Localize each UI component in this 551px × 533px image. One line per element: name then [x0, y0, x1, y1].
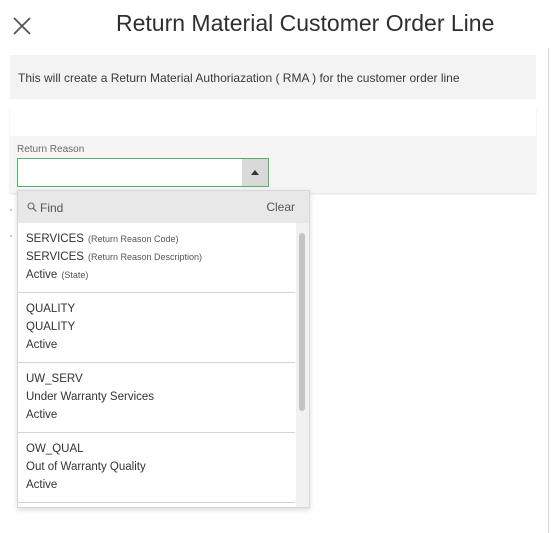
option-state: Active [26, 409, 58, 421]
option-quality[interactable]: QUALITY QUALITY Active [18, 293, 295, 363]
option-description: QUALITY [26, 321, 76, 333]
option-description: Under Warranty Services [26, 391, 155, 403]
dialog-title: Return Material Customer Order Line [116, 10, 495, 36]
faint-marker [10, 209, 12, 211]
option-state-hint: (State) [61, 270, 89, 280]
info-text: This will create a Return Material Autho… [18, 71, 460, 85]
option-code: SERVICES [26, 233, 84, 245]
option-state: Active [26, 479, 58, 491]
card-header [10, 108, 536, 136]
option-state: Active [26, 269, 58, 281]
panel-edge [548, 48, 549, 533]
close-icon[interactable] [12, 16, 32, 36]
search-icon [27, 202, 37, 212]
return-reason-dropdown: Clear SERVICES(Return Reason Code) SERVI… [17, 190, 310, 508]
triangle-up-icon [251, 170, 259, 175]
info-banner: This will create a Return Material Autho… [10, 55, 536, 99]
options-list: SERVICES (Return Reason Code) SERVICES (Re… [18, 223, 295, 503]
clear-button[interactable]: Clear [266, 200, 295, 214]
option-description: Out of Warranty Quality [26, 461, 146, 473]
option-code-hint: (Return Reason Code) [87, 234, 179, 244]
option-description: SERVICES [26, 251, 84, 263]
dropdown-search-bar: Clear [18, 191, 309, 223]
faint-marker [10, 235, 12, 237]
option-state: Active [26, 339, 58, 351]
dropdown-scrollbar[interactable] [296, 223, 309, 507]
return-reason-combobox[interactable] [17, 158, 269, 187]
scrollbar-thumb[interactable] [299, 233, 305, 411]
find-input[interactable] [40, 199, 240, 216]
return-reason-label: Return Reason [17, 144, 85, 155]
option-code: UW_SERV [26, 373, 83, 385]
option-uw-serv[interactable]: UW_SERV Under Warranty Services Active [18, 363, 295, 433]
dropdown-toggle-button[interactable] [242, 159, 268, 186]
form-card: Return Reason [10, 108, 536, 193]
option-services[interactable]: SERVICES (Return Reason Code) SERVICES (Re… [18, 223, 295, 293]
option-code: OW_QUAL [26, 443, 84, 455]
option-ow-qual[interactable]: OW_QUAL Out of Warranty Quality Active [18, 433, 295, 503]
option-description-hint: (Return Reason Description) [87, 252, 202, 262]
option-code: QUALITY [26, 303, 76, 315]
